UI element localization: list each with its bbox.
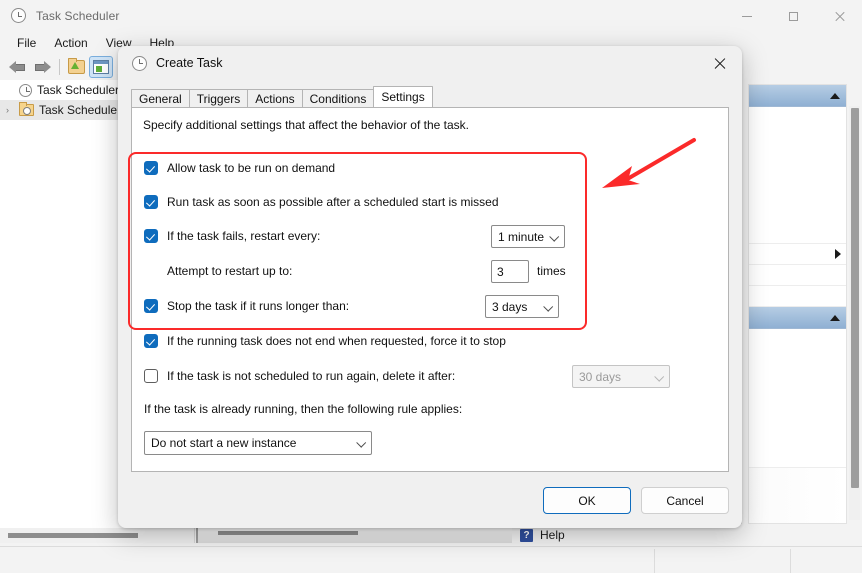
restart-interval-value: 1 minute bbox=[498, 229, 545, 244]
instance-rule-label: If the task is already running, then the… bbox=[144, 402, 463, 416]
show-action-pane-icon[interactable] bbox=[89, 56, 113, 78]
expand-triangle-icon[interactable] bbox=[835, 249, 841, 259]
dialog-tabstrip: General Triggers Actions Conditions Sett… bbox=[131, 86, 433, 107]
actions-pane-inner bbox=[748, 84, 847, 524]
tab-conditions[interactable]: Conditions bbox=[301, 89, 375, 107]
restart-attempts-unit: times bbox=[537, 264, 566, 278]
dialog-titlebar: Create Task bbox=[118, 46, 742, 80]
actions-pane bbox=[741, 80, 862, 528]
instance-rule-combo[interactable]: Do not start a new instance bbox=[144, 431, 372, 455]
cancel-button[interactable]: Cancel bbox=[641, 487, 729, 514]
delete-after-value: 30 days bbox=[579, 369, 622, 384]
setting-restart-attempts: Attempt to restart up to: bbox=[144, 260, 292, 282]
tree-item-label-2: Task Schedule bbox=[39, 103, 118, 117]
checkbox-allow-run-on-demand[interactable] bbox=[144, 161, 158, 175]
actions-list-item[interactable] bbox=[749, 265, 846, 286]
actions-section-header-2[interactable] bbox=[749, 307, 846, 329]
dialog-title: Create Task bbox=[156, 56, 223, 70]
list-horizontal-scrollbar[interactable] bbox=[196, 528, 516, 543]
setting-run-asap-after-missed[interactable]: Run task as soon as possible after a sch… bbox=[144, 191, 499, 213]
dialog-close-icon[interactable] bbox=[697, 46, 742, 80]
instance-rule-value: Do not start a new instance bbox=[151, 436, 297, 450]
setting-delete-if-not-scheduled[interactable]: If the task is not scheduled to run agai… bbox=[144, 365, 455, 387]
clock-icon bbox=[11, 8, 27, 24]
minimize-button[interactable] bbox=[724, 0, 770, 32]
settings-tab-panel: Specify additional settings that affect … bbox=[131, 107, 729, 472]
actions-list-item[interactable] bbox=[749, 244, 846, 265]
toolbar-divider bbox=[59, 59, 60, 75]
checkbox-delete-if-not-scheduled[interactable] bbox=[144, 369, 158, 383]
restart-attempts-value: 3 bbox=[497, 264, 504, 279]
maximize-button[interactable] bbox=[770, 0, 816, 32]
collapse-triangle-icon-2[interactable] bbox=[830, 314, 840, 321]
actions-list-item[interactable] bbox=[749, 286, 846, 307]
checkbox-stop-if-runs-longer[interactable] bbox=[144, 299, 158, 313]
setting-restart-on-failure[interactable]: If the task fails, restart every: bbox=[144, 225, 320, 247]
settings-description: Specify additional settings that affect … bbox=[143, 118, 469, 132]
help-label: Help bbox=[540, 528, 565, 542]
task-folder-icon bbox=[19, 102, 34, 116]
setting-label: If the task fails, restart every: bbox=[167, 229, 321, 243]
forward-arrow-icon[interactable] bbox=[30, 56, 54, 78]
delete-after-combo: 30 days bbox=[572, 365, 670, 388]
chevron-down-icon-4[interactable] bbox=[356, 437, 367, 448]
chevron-down-icon[interactable] bbox=[549, 231, 560, 242]
menu-file[interactable]: File bbox=[8, 34, 45, 52]
tab-settings[interactable]: Settings bbox=[373, 86, 433, 107]
actions-list-item[interactable] bbox=[749, 447, 846, 468]
tree-horizontal-scrollbar[interactable] bbox=[0, 528, 195, 543]
setting-allow-run-on-demand[interactable]: Allow task to be run on demand bbox=[144, 157, 335, 179]
actions-pane-scrollbar-thumb[interactable] bbox=[851, 108, 859, 488]
setting-stop-if-runs-longer[interactable]: Stop the task if it runs longer than: bbox=[144, 295, 349, 317]
close-button[interactable] bbox=[816, 0, 862, 32]
stop-duration-value: 3 days bbox=[492, 299, 528, 314]
setting-label: Allow task to be run on demand bbox=[167, 161, 336, 175]
setting-force-stop[interactable]: If the running task does not end when re… bbox=[144, 330, 506, 352]
create-task-dialog: Create Task General Triggers Actions Con… bbox=[118, 46, 742, 528]
setting-label: If the running task does not end when re… bbox=[167, 334, 506, 348]
list-scrollbar-thumb[interactable] bbox=[218, 531, 358, 535]
window-titlebar: Task Scheduler bbox=[0, 0, 862, 32]
actions-placeholder-2 bbox=[749, 329, 846, 447]
menu-action[interactable]: Action bbox=[45, 34, 96, 52]
setting-label: Stop the task if it runs longer than: bbox=[167, 299, 350, 313]
clock-icon bbox=[132, 55, 147, 71]
actions-section-body-1 bbox=[749, 107, 846, 307]
setting-label: Attempt to restart up to: bbox=[167, 264, 293, 278]
folder-up-icon[interactable] bbox=[64, 56, 88, 78]
checkbox-force-stop[interactable] bbox=[144, 334, 158, 348]
collapse-triangle-icon[interactable] bbox=[830, 92, 840, 99]
tab-triggers[interactable]: Triggers bbox=[188, 89, 249, 107]
status-divider-2 bbox=[790, 549, 791, 573]
clock-icon bbox=[19, 83, 32, 97]
chevron-down-icon-2[interactable] bbox=[543, 301, 554, 312]
dialog-button-row: OK Cancel bbox=[533, 487, 729, 514]
stop-duration-combo[interactable]: 3 days bbox=[485, 295, 559, 318]
setting-label: If the task is not scheduled to run agai… bbox=[167, 369, 456, 383]
status-divider-1 bbox=[654, 549, 655, 573]
tab-actions[interactable]: Actions bbox=[247, 89, 303, 107]
back-arrow-icon[interactable] bbox=[5, 56, 29, 78]
actions-section-header-1[interactable] bbox=[749, 85, 846, 107]
window-title: Task Scheduler bbox=[36, 9, 120, 23]
ok-button[interactable]: OK bbox=[543, 487, 631, 514]
help-question-icon: ? bbox=[520, 528, 533, 542]
instance-rule-label-row: If the task is already running, then the… bbox=[144, 398, 462, 420]
restart-interval-combo[interactable]: 1 minute bbox=[491, 225, 565, 248]
status-bar bbox=[0, 546, 862, 573]
tree-scrollbar-thumb[interactable] bbox=[8, 533, 138, 538]
restart-attempts-input[interactable]: 3 bbox=[491, 260, 529, 283]
tree-expander-2[interactable]: › bbox=[6, 105, 19, 115]
actions-list-item[interactable] bbox=[749, 223, 846, 244]
chevron-down-icon-3 bbox=[654, 371, 665, 382]
tab-general[interactable]: General bbox=[131, 89, 190, 107]
window-controls bbox=[724, 0, 862, 32]
actions-placeholder bbox=[749, 107, 846, 223]
checkbox-run-asap-after-missed[interactable] bbox=[144, 195, 158, 209]
actions-section-body-2 bbox=[749, 329, 846, 468]
setting-label: Run task as soon as possible after a sch… bbox=[167, 195, 499, 209]
checkbox-restart-on-failure[interactable] bbox=[144, 229, 158, 243]
